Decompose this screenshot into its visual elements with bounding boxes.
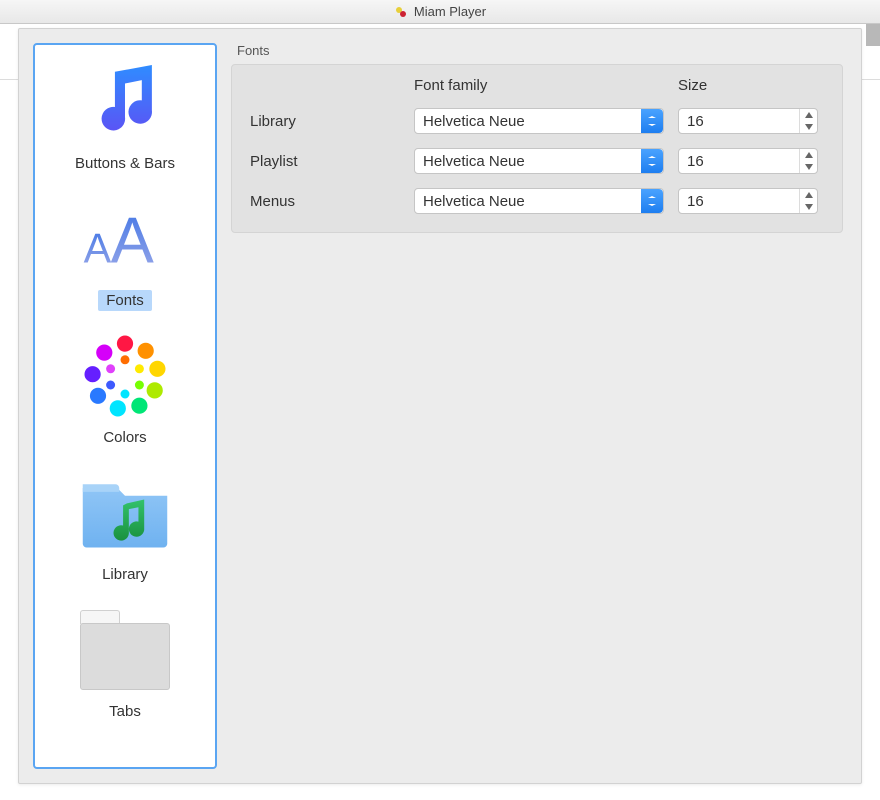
font-family-select-menus[interactable]: Helvetica Neue [414,188,664,214]
select-value: Helvetica Neue [423,193,525,210]
row-label-menus: Menus [250,193,400,210]
column-header-size: Size [678,77,818,94]
chevron-down-icon [641,189,663,213]
scrollbar-stub [866,24,880,46]
preferences-window: Buttons & Bars A A Fonts [18,28,862,784]
sidebar-item-library[interactable]: Library [39,464,211,589]
library-folder-icon [75,468,175,558]
sidebar-item-tabs[interactable]: Tabs [39,601,211,726]
sidebar-item-label: Library [94,564,156,585]
category-sidebar: Buttons & Bars A A Fonts [33,43,217,769]
music-note-icon [75,57,175,147]
sidebar-item-label: Buttons & Bars [67,153,183,174]
select-value: Helvetica Neue [423,113,525,130]
column-header-font-family: Font family [414,77,664,94]
row-label-library: Library [250,113,400,130]
svg-text:A: A [84,225,112,271]
chevron-down-icon [641,149,663,173]
titlebar: Miam Player [0,0,880,24]
tabs-icon [75,605,175,695]
stepper-up-icon[interactable] [800,109,817,121]
font-size-stepper-library[interactable]: 16 [678,108,818,134]
row-label-playlist: Playlist [250,153,400,170]
stepper-value: 16 [687,113,704,130]
font-size-stepper-playlist[interactable]: 16 [678,148,818,174]
stepper-down-icon[interactable] [800,161,817,173]
window-title: Miam Player [414,4,486,19]
app-icon [394,5,408,19]
sidebar-item-label: Fonts [98,290,152,311]
sidebar-item-label: Colors [95,427,154,448]
svg-text:A: A [111,203,155,276]
stepper-value: 16 [687,153,704,170]
color-wheel-icon [75,331,175,421]
stepper-up-icon[interactable] [800,149,817,161]
select-value: Helvetica Neue [423,153,525,170]
stepper-up-icon[interactable] [800,189,817,201]
main-panel: Fonts Font family Size Library Helvetica… [227,29,861,783]
chevron-down-icon [641,109,663,133]
sidebar-item-buttons-bars[interactable]: Buttons & Bars [39,53,211,178]
sidebar-item-label: Tabs [101,701,149,722]
fonts-panel: Font family Size Library Helvetica Neue … [231,64,843,233]
fonts-aa-icon: A A [75,194,175,284]
sidebar-item-colors[interactable]: Colors [39,327,211,452]
stepper-down-icon[interactable] [800,121,817,133]
group-title: Fonts [237,43,843,58]
font-family-select-library[interactable]: Helvetica Neue [414,108,664,134]
sidebar-item-fonts[interactable]: A A Fonts [39,190,211,315]
stepper-down-icon[interactable] [800,201,817,213]
stepper-value: 16 [687,193,704,210]
font-family-select-playlist[interactable]: Helvetica Neue [414,148,664,174]
font-size-stepper-menus[interactable]: 16 [678,188,818,214]
